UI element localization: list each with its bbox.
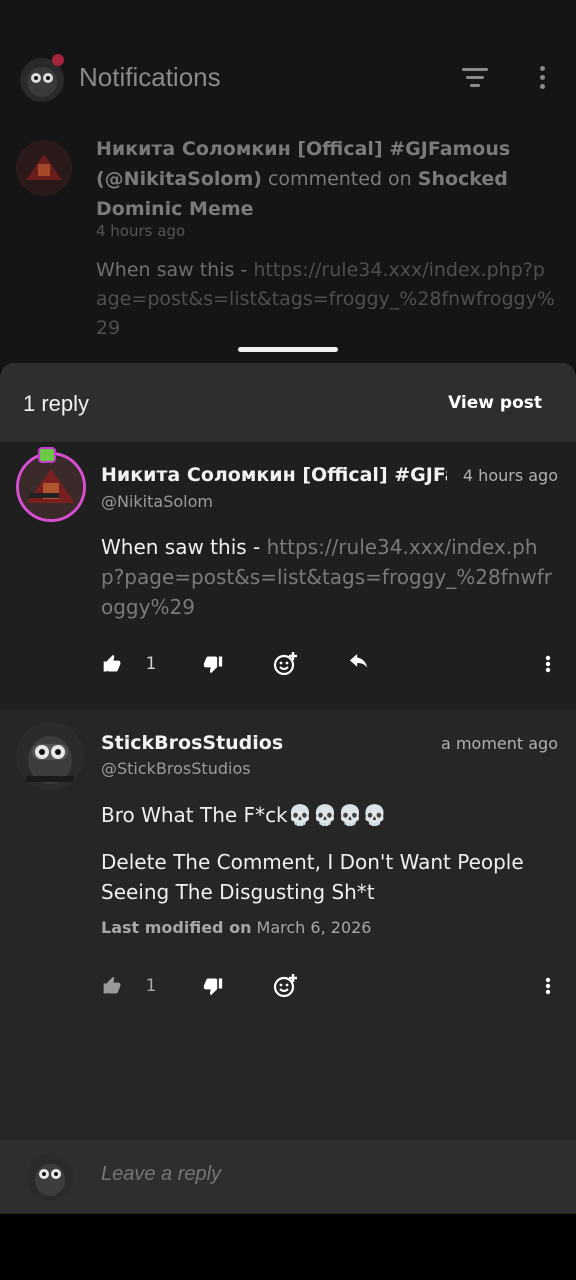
notifications-page-background: Notifications Никита Соломкин [Offical] … <box>0 0 576 370</box>
comment-body: When saw this - https://rule34.xxx/index… <box>101 532 559 622</box>
thumbs-up-icon[interactable] <box>100 966 124 1006</box>
last-modified-date: March 6, 2026 <box>256 918 372 937</box>
add-emoji-icon[interactable] <box>270 966 300 1006</box>
sheet-header: 1 reply View post <box>0 363 576 442</box>
comment-actions: 1 <box>0 966 576 1006</box>
replies-sheet: 1 reply View post Никита Соломкин [Offic… <box>0 363 576 1213</box>
filter-icon[interactable] <box>460 68 490 90</box>
notifications-header: Notifications <box>0 40 576 120</box>
comment-body-line: Delete The Comment, I Don't Want People … <box>101 850 524 904</box>
reply-icon[interactable] <box>345 644 373 684</box>
avatar-badge-icon <box>38 447 56 463</box>
notification-dot <box>52 54 64 66</box>
notification-body-text: When saw this - <box>96 259 254 281</box>
notification-time: 4 hours ago <box>96 222 186 240</box>
more-vertical-icon[interactable] <box>540 644 556 684</box>
avatar <box>27 1154 73 1200</box>
system-navigation-bar <box>0 1213 576 1280</box>
avatar <box>16 140 72 196</box>
reply-input[interactable] <box>101 1163 541 1186</box>
comment: StickBrosStudios a moment ago @StickBros… <box>0 710 576 1140</box>
thumbs-down-icon[interactable] <box>200 966 226 1006</box>
comment-author-name[interactable]: StickBrosStudios <box>101 732 283 754</box>
comment-author-handle: @StickBrosStudios <box>101 759 251 778</box>
reply-composer <box>0 1140 576 1213</box>
more-vertical-icon[interactable] <box>536 66 548 92</box>
view-post-button[interactable]: View post <box>448 393 542 413</box>
notification-body: When saw this - https://rule34.xxx/index… <box>96 256 556 343</box>
comment-body-text: When saw this - <box>101 535 267 559</box>
last-modified-label: Last modified on <box>101 918 252 937</box>
more-vertical-icon[interactable] <box>540 966 556 1006</box>
comment-actions: 1 <box>0 644 576 684</box>
add-emoji-icon[interactable] <box>270 644 300 684</box>
comment-time: a moment ago <box>441 734 558 753</box>
notification-text: Никита Соломкин [Offical] #GJFamous (@Ni… <box>96 134 556 224</box>
comment-body-line: Bro What The F*ck💀💀💀💀 <box>101 803 388 827</box>
sheet-drag-handle[interactable] <box>238 347 338 352</box>
reply-count: 1 reply <box>23 391 90 416</box>
comment: Никита Соломкин [Offical] #GJFamous 4 ho… <box>0 442 576 710</box>
thumbs-up-icon[interactable] <box>100 644 124 684</box>
thumbs-down-icon[interactable] <box>200 644 226 684</box>
comment-author-name[interactable]: Никита Соломкин [Offical] #GJFamous <box>101 464 447 486</box>
page-title: Notifications <box>79 62 221 92</box>
like-count: 1 <box>145 976 157 996</box>
comment-author-handle: @NikitaSolom <box>101 492 213 511</box>
like-count: 1 <box>145 654 157 674</box>
last-modified-text: Last modified on March 6, 2026 <box>101 918 371 937</box>
notification-verb: commented on <box>267 168 412 190</box>
comment-time: 4 hours ago <box>462 466 558 485</box>
avatar[interactable] <box>16 722 84 790</box>
